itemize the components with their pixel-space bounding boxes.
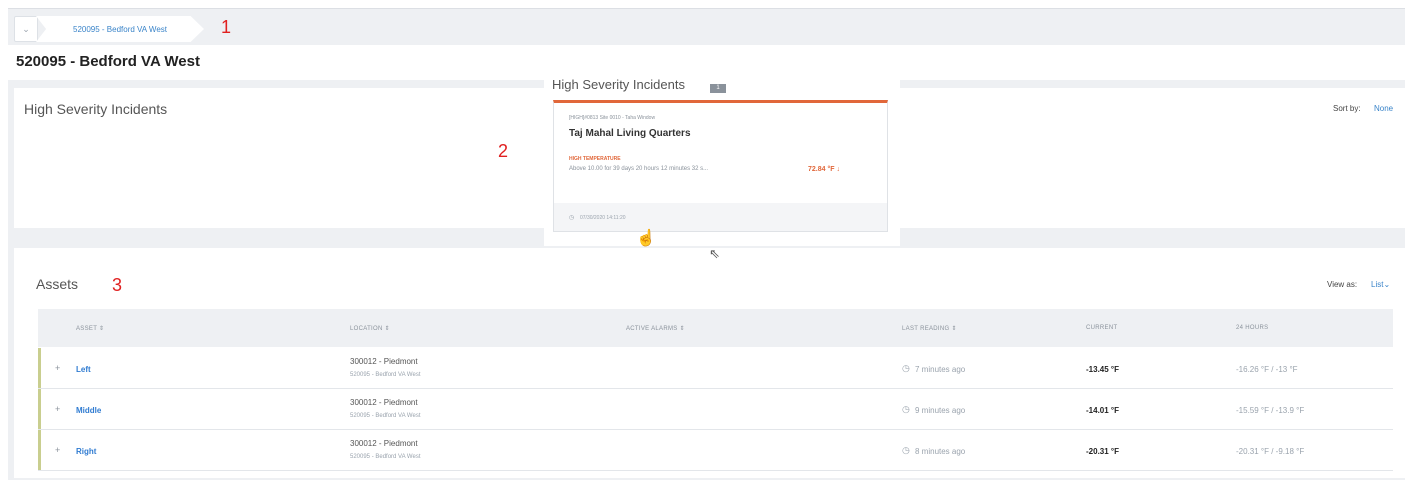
column-header-asset[interactable]: ASSET ⇕ bbox=[76, 325, 104, 332]
column-header-last-reading[interactable]: LAST READING ⇕ bbox=[902, 325, 957, 332]
trend-arrow-icon: ↓ bbox=[836, 166, 841, 173]
pointer-cursor-icon: ⇖ bbox=[709, 246, 720, 261]
clock-icon: ◷ bbox=[902, 445, 910, 455]
incident-timestamp: 07/30/2020 14:11:20 bbox=[580, 215, 626, 221]
last-reading: 8 minutes ago bbox=[915, 447, 966, 456]
column-header-current: CURRENT bbox=[1086, 325, 1118, 331]
sort-label: Sort by: bbox=[1333, 104, 1361, 113]
last-reading: 9 minutes ago bbox=[915, 406, 966, 415]
page-title: 520095 - Bedford VA West bbox=[16, 53, 200, 70]
24-hour-range: -16.26 °F / -13 °F bbox=[1236, 365, 1298, 374]
incident-meta: [HIGH]#0813 Site 0010 - Taha Window bbox=[569, 115, 656, 121]
column-header-location[interactable]: LOCATION ⇕ bbox=[350, 325, 390, 332]
table-row[interactable] bbox=[38, 389, 1393, 430]
row-status-bar bbox=[38, 348, 41, 388]
incident-value: 72.84 °F ↓ bbox=[808, 166, 840, 173]
asset-link[interactable]: Middle bbox=[76, 406, 101, 415]
asset-link[interactable]: Right bbox=[76, 447, 96, 456]
table-header bbox=[38, 309, 1393, 347]
current-reading: -13.45 °F bbox=[1086, 365, 1119, 374]
current-reading: -14.01 °F bbox=[1086, 406, 1119, 415]
clock-icon: ◷ bbox=[902, 363, 910, 373]
location-name: 300012 - Piedmont bbox=[350, 357, 418, 366]
table-row[interactable] bbox=[38, 348, 1393, 389]
incident-name[interactable]: Taj Mahal Living Quarters bbox=[569, 128, 691, 139]
24-hour-range: -20.31 °F / -9.18 °F bbox=[1236, 447, 1305, 456]
row-status-bar bbox=[38, 389, 41, 429]
current-reading: -20.31 °F bbox=[1086, 447, 1119, 456]
breadcrumb-bar bbox=[8, 9, 1405, 45]
incident-type: HIGH TEMPERATURE bbox=[569, 156, 621, 162]
expand-icon[interactable]: + bbox=[55, 445, 60, 455]
sort-dropdown[interactable]: None bbox=[1374, 104, 1393, 113]
incident-description: Above 10.00 for 39 days 20 hours 12 minu… bbox=[569, 166, 709, 172]
location-parent: 520095 - Bedford VA West bbox=[350, 413, 421, 419]
hand-cursor-icon: ☝ bbox=[636, 230, 656, 247]
location-name: 300012 - Piedmont bbox=[350, 398, 418, 407]
chevron-down-icon: ⌄ bbox=[1383, 280, 1391, 289]
expand-icon[interactable]: + bbox=[55, 363, 60, 373]
clock-icon: ◷ bbox=[569, 215, 575, 221]
breadcrumb-item[interactable]: 520095 - Bedford VA West bbox=[36, 16, 204, 42]
location-parent: 520095 - Bedford VA West bbox=[350, 454, 421, 460]
sort-icon[interactable]: ⇕ bbox=[99, 326, 104, 332]
incident-count-badge: 1 bbox=[710, 84, 726, 93]
clock-icon: ◷ bbox=[902, 404, 910, 414]
location-parent: 520095 - Bedford VA West bbox=[350, 372, 421, 378]
sort-icon[interactable]: ⇕ bbox=[951, 326, 956, 332]
assets-title: Assets bbox=[36, 276, 79, 292]
sort-icon[interactable]: ⇕ bbox=[385, 326, 390, 332]
location-name: 300012 - Piedmont bbox=[350, 439, 418, 448]
asset-link[interactable]: Left bbox=[76, 365, 91, 374]
annotation-marker: 2 bbox=[498, 141, 509, 161]
expand-icon[interactable]: + bbox=[55, 404, 60, 414]
sort-icon[interactable]: ⇕ bbox=[680, 326, 685, 332]
popover-title: High Severity Incidents bbox=[552, 77, 685, 92]
annotation-marker: 3 bbox=[112, 275, 123, 295]
view-as-dropdown[interactable]: List⌄ bbox=[1371, 280, 1390, 289]
row-status-bar bbox=[38, 430, 41, 470]
high-severity-title: High Severity Incidents bbox=[24, 101, 168, 117]
column-header-active-alarms[interactable]: ACTIVE ALARMS ⇕ bbox=[626, 325, 685, 332]
last-reading: 7 minutes ago bbox=[915, 365, 966, 374]
column-header-24-hours: 24 HOURS bbox=[1236, 325, 1269, 331]
breadcrumb-dropdown[interactable]: ⌄ bbox=[14, 16, 38, 42]
24-hour-range: -15.59 °F / -13.9 °F bbox=[1236, 406, 1305, 415]
annotation-marker: 1 bbox=[221, 17, 232, 37]
table-row[interactable] bbox=[38, 430, 1393, 471]
view-as-label: View as: bbox=[1327, 280, 1358, 289]
